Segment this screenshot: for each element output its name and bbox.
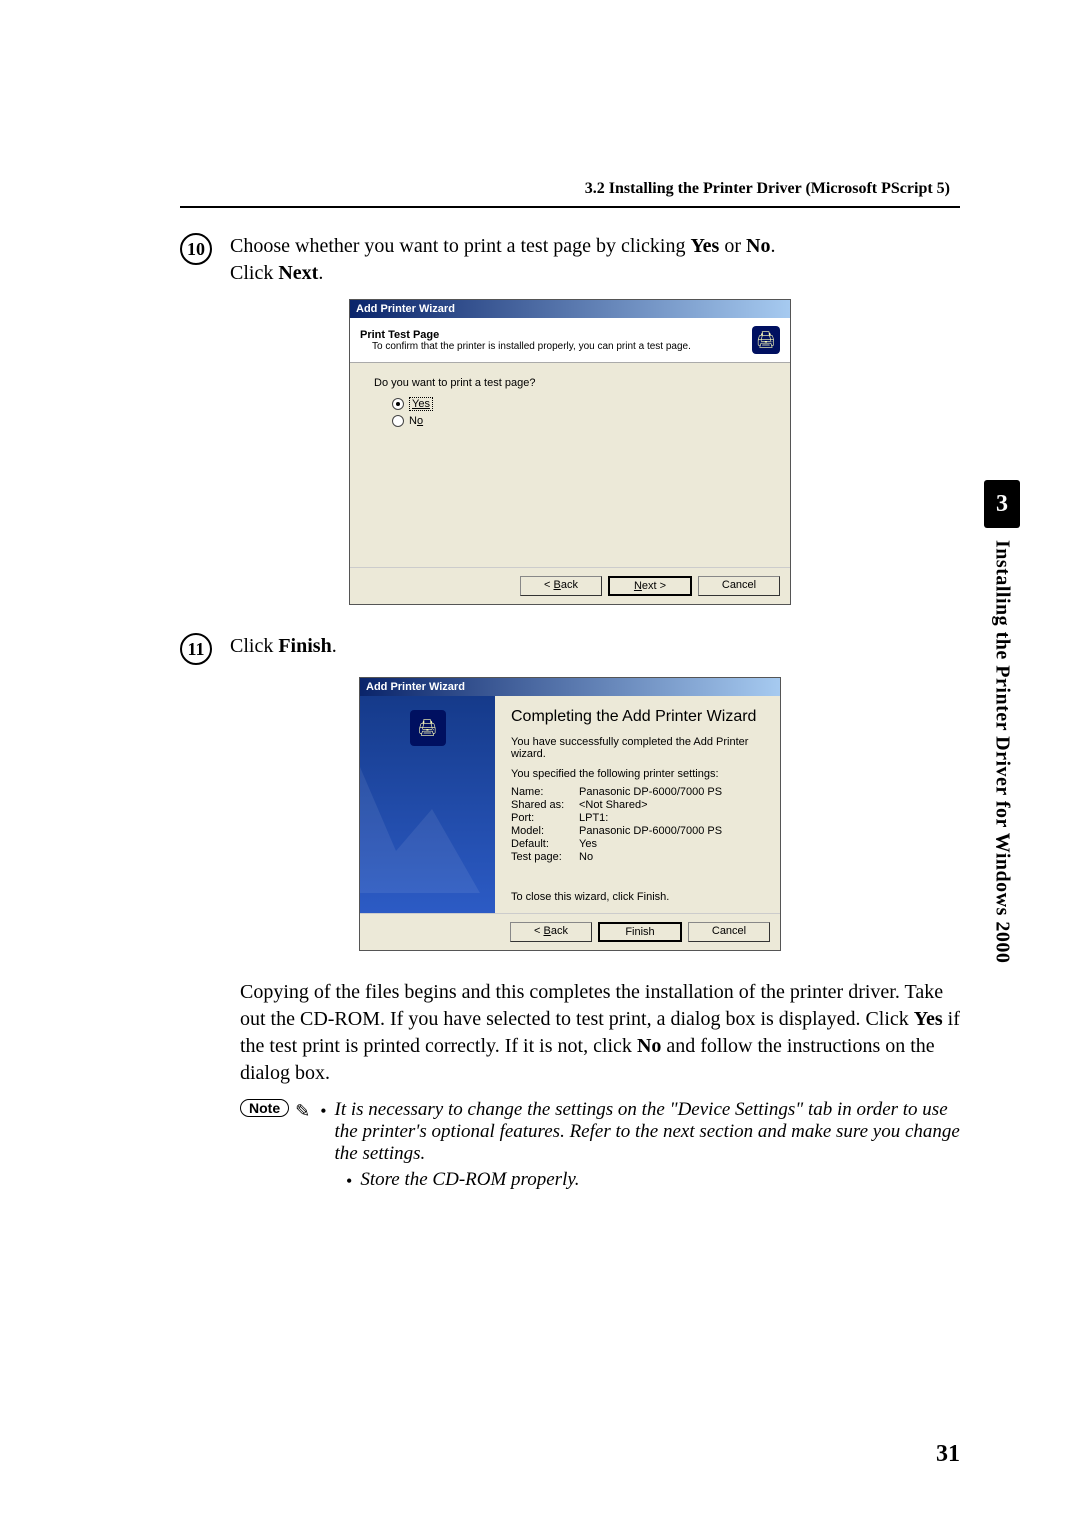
chapter-title-vertical: Installing the Printer Driver for Window… — [991, 540, 1014, 963]
step-number-11: 11 — [180, 633, 212, 665]
printer-icon — [410, 710, 446, 746]
step10-next: Next — [278, 262, 318, 284]
note-row-2: • Store the CD-ROM properly. — [344, 1169, 960, 1193]
wizard-msg1: You have successfully completed the Add … — [511, 736, 764, 760]
dialog-print-test-page: Add Printer Wizard Print Test Page To co… — [349, 299, 791, 605]
back-button[interactable]: < Back — [510, 922, 592, 942]
radio-icon — [392, 398, 404, 410]
divider — [180, 206, 960, 208]
radio-icon — [392, 415, 404, 427]
wizard-close-msg: To close this wizard, click Finish. — [511, 891, 764, 903]
chapter-tab: 3 Installing the Printer Driver for Wind… — [984, 480, 1020, 963]
dialog-header-title: Print Test Page — [360, 329, 691, 341]
dialog-header-sub: To confirm that the printer is installed… — [372, 341, 691, 352]
step11-finish: Finish — [278, 635, 331, 657]
section-header: 3.2 Installing the Printer Driver (Micro… — [180, 180, 960, 198]
dialog-completing-wizard: Add Printer Wizard Completing the Add Pr… — [359, 677, 781, 951]
note-row-1: Note ✎ • It is necessary to change the s… — [240, 1099, 960, 1165]
step10-no: No — [746, 235, 770, 257]
radio-no[interactable]: No — [392, 415, 766, 427]
body-paragraph: Copying of the files begins and this com… — [240, 979, 960, 1087]
next-button[interactable]: Next > — [608, 576, 692, 596]
dialog-question: Do you want to print a test page? — [374, 377, 766, 389]
printer-icon — [752, 326, 780, 354]
step10-text: Choose whether you want to print a test … — [230, 235, 690, 257]
step-number-10: 10 — [180, 233, 212, 265]
back-button[interactable]: < Back — [520, 576, 602, 596]
wizard-banner — [360, 696, 495, 913]
note-text-2: Store the CD-ROM properly. — [360, 1169, 579, 1191]
dialog-titlebar: Add Printer Wizard — [350, 300, 790, 318]
step-10: 10 Choose whether you want to print a te… — [180, 233, 960, 287]
cancel-button[interactable]: Cancel — [688, 922, 770, 942]
step10-yes: Yes — [690, 235, 719, 257]
dialog-titlebar: Add Printer Wizard — [360, 678, 780, 696]
page-number: 31 — [936, 1441, 960, 1468]
pencil-icon: ✎ — [295, 1101, 310, 1122]
cancel-button[interactable]: Cancel — [698, 576, 780, 596]
radio-yes[interactable]: Yes — [392, 397, 766, 411]
wizard-msg2: You specified the following printer sett… — [511, 768, 764, 780]
chapter-number: 3 — [984, 480, 1020, 528]
wizard-heading: Completing the Add Printer Wizard — [511, 708, 764, 726]
note-text-1: It is necessary to change the settings o… — [335, 1099, 960, 1165]
step-11: 11 Click Finish. — [180, 633, 960, 665]
finish-button[interactable]: Finish — [598, 922, 682, 942]
bullet-icon: • — [346, 1169, 352, 1193]
note-badge: Note — [240, 1099, 289, 1117]
bullet-icon: • — [320, 1099, 326, 1123]
